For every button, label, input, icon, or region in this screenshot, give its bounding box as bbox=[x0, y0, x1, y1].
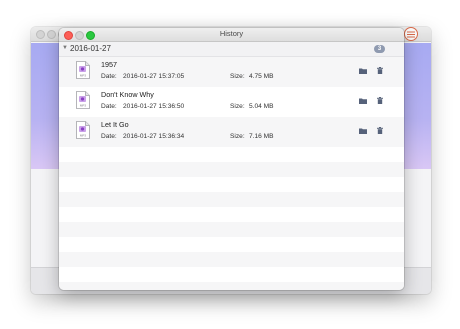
mp3-file-icon: MP3 bbox=[76, 121, 90, 139]
song-title: Let It Go bbox=[101, 120, 129, 129]
history-window: History ▼ 2016-01-27 3 MP3 1957 Date: 20… bbox=[59, 28, 404, 290]
date-label: Date: bbox=[101, 133, 117, 140]
folder-icon[interactable] bbox=[359, 98, 367, 104]
empty-list-row bbox=[59, 237, 404, 252]
background-wave-right bbox=[403, 43, 431, 169]
trash-icon[interactable] bbox=[377, 97, 383, 104]
empty-list-row bbox=[59, 207, 404, 222]
mp3-file-icon: MP3 bbox=[76, 91, 90, 109]
size-value: 4.75 MB bbox=[249, 73, 274, 80]
size-value: 5.04 MB bbox=[249, 103, 274, 110]
main-window-minimize-button[interactable] bbox=[47, 30, 56, 39]
size-label: Size: bbox=[230, 103, 245, 110]
menu-icon bbox=[407, 31, 415, 38]
date-label: Date: bbox=[101, 73, 117, 80]
main-window-close-button[interactable] bbox=[36, 30, 45, 39]
empty-list-row bbox=[59, 252, 404, 267]
empty-list-row bbox=[59, 177, 404, 192]
empty-list-row bbox=[59, 147, 404, 162]
mp3-file-icon: MP3 bbox=[76, 61, 90, 79]
folder-icon[interactable] bbox=[359, 68, 367, 74]
count-badge: 3 bbox=[374, 45, 385, 53]
song-title: 1957 bbox=[101, 60, 117, 69]
folder-icon[interactable] bbox=[359, 128, 367, 134]
date-value: 2016-01-27 15:36:34 bbox=[123, 133, 185, 140]
history-titlebar: History bbox=[59, 28, 404, 42]
trash-icon[interactable] bbox=[377, 67, 383, 74]
song-title: Don't Know Why bbox=[101, 90, 154, 99]
group-date: 2016-01-27 bbox=[70, 44, 111, 53]
file-type-label: MP3 bbox=[80, 134, 87, 138]
date-group-header[interactable]: ▼ 2016-01-27 3 bbox=[59, 42, 404, 57]
size-value: 7.16 MB bbox=[249, 133, 274, 140]
trash-icon[interactable] bbox=[377, 127, 383, 134]
file-type-label: MP3 bbox=[80, 74, 87, 78]
size-label: Size: bbox=[230, 133, 245, 140]
history-row[interactable]: MP3 Don't Know Why Date: 2016-01-27 15:3… bbox=[59, 87, 404, 117]
disclosure-triangle-icon[interactable]: ▼ bbox=[62, 45, 68, 51]
empty-list-row bbox=[59, 162, 404, 177]
file-type-label: MP3 bbox=[80, 104, 87, 108]
empty-list-row bbox=[59, 267, 404, 282]
date-label: Date: bbox=[101, 103, 117, 110]
empty-list-row bbox=[59, 282, 404, 290]
history-row[interactable]: MP3 1957 Date: 2016-01-27 15:37:05 Size:… bbox=[59, 57, 404, 87]
date-value: 2016-01-27 15:37:05 bbox=[123, 73, 185, 80]
empty-list-row bbox=[59, 222, 404, 237]
window-title: History bbox=[219, 29, 244, 38]
menu-button[interactable] bbox=[404, 27, 418, 41]
history-row[interactable]: MP3 Let It Go Date: 2016-01-27 15:36:34 … bbox=[59, 117, 404, 147]
size-label: Size: bbox=[230, 73, 245, 80]
history-list: MP3 1957 Date: 2016-01-27 15:37:05 Size:… bbox=[59, 57, 404, 290]
empty-list-row bbox=[59, 192, 404, 207]
background-wave-left bbox=[31, 43, 59, 169]
date-value: 2016-01-27 15:36:50 bbox=[123, 103, 185, 110]
